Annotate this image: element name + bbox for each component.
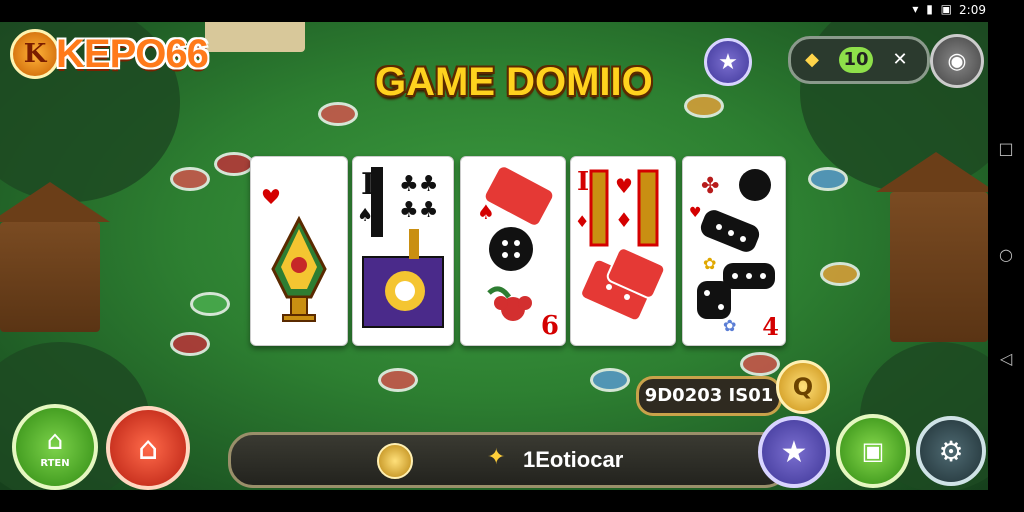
chip bbox=[190, 292, 230, 316]
shop-icon: ⌂ bbox=[137, 429, 159, 467]
game-screen: K KEPO66 GAME DOMIIO ★ ◆ 10 ✕ ◉ I ♣♣ ♣♣ … bbox=[0, 22, 988, 490]
card-corner-label: I bbox=[361, 167, 376, 202]
home-nav-button[interactable]: ○ bbox=[988, 240, 1024, 270]
svg-text:♥: ♥ bbox=[615, 174, 633, 198]
house-icon: ⌂ bbox=[46, 425, 64, 456]
card-bottom-number: 4 bbox=[762, 312, 779, 341]
home-button-label: RTEN bbox=[40, 457, 70, 469]
chip bbox=[170, 167, 210, 191]
coin-icon: Q bbox=[792, 373, 814, 401]
star-icon: ★ bbox=[718, 49, 738, 75]
chip bbox=[214, 152, 254, 176]
svg-text:✿: ✿ bbox=[723, 316, 736, 335]
camera-button[interactable]: ◉ bbox=[930, 34, 984, 88]
chip bbox=[590, 368, 630, 392]
status-time: 2:09 bbox=[959, 3, 986, 17]
shop-button[interactable]: ⌂ bbox=[106, 406, 190, 490]
card-icon: ▣ bbox=[861, 437, 885, 465]
card-bottom-number: 6 bbox=[540, 311, 559, 341]
camera-icon: ◉ bbox=[947, 48, 967, 74]
hut-left-roof bbox=[0, 182, 110, 222]
coin-button[interactable]: Q bbox=[776, 360, 830, 414]
chip bbox=[170, 332, 210, 356]
settings-button[interactable]: ⚙ bbox=[916, 416, 986, 486]
svg-text:✿: ✿ bbox=[703, 254, 716, 273]
game-title: GAME DOMIIO bbox=[375, 60, 653, 104]
chip bbox=[684, 94, 724, 118]
card[interactable]: I ♣♣ ♣♣ ♠ bbox=[352, 156, 454, 346]
sparkle-icon: ✦ bbox=[487, 445, 506, 470]
recent-apps-button[interactable]: □ bbox=[988, 134, 1024, 164]
card[interactable] bbox=[250, 156, 348, 346]
bottom-bar[interactable]: ✦ 1Eotiocar bbox=[228, 432, 790, 488]
svg-text:♠: ♠ bbox=[477, 200, 495, 224]
svg-text:♦: ♦ bbox=[615, 208, 633, 232]
back-button[interactable]: ◁ bbox=[988, 344, 1024, 374]
svg-text:♥: ♥ bbox=[689, 205, 702, 221]
status-bar: ▾ ▮ ▣ 2:09 bbox=[0, 0, 1024, 22]
star-button[interactable]: ★ bbox=[758, 416, 830, 488]
card[interactable]: ♠ 6 bbox=[460, 156, 566, 346]
app-logo: K KEPO66 bbox=[10, 28, 209, 80]
svg-text:♦: ♦ bbox=[575, 212, 589, 231]
hut-right-roof bbox=[876, 152, 988, 192]
logo-text: KEPO66 bbox=[56, 31, 209, 76]
svg-text:♠: ♠ bbox=[357, 205, 373, 226]
gear-icon: ⚙ bbox=[938, 434, 964, 468]
top-sign bbox=[205, 22, 305, 52]
gem-icon: ◆ bbox=[805, 49, 819, 70]
hut-left bbox=[0, 222, 100, 332]
hut-right bbox=[890, 192, 988, 342]
top-status-pill[interactable]: ◆ 10 ✕ bbox=[788, 36, 930, 84]
card-row: I ♣♣ ♣♣ ♠ ♠ 6 I ♥ ♦ ♦ ✤ ♥ ✿ ✿ 4 bbox=[250, 156, 786, 346]
pill-value: 10 bbox=[839, 47, 873, 73]
svg-text:♣♣: ♣♣ bbox=[399, 198, 438, 223]
chip bbox=[740, 352, 780, 376]
card-button[interactable]: ▣ bbox=[836, 414, 910, 488]
bottom-bar-label: 1Eotiocar bbox=[523, 447, 624, 472]
coin-icon bbox=[377, 443, 413, 479]
logo-badge: K bbox=[10, 29, 60, 79]
balance-display: 9D0203 IS01 bbox=[636, 376, 782, 416]
svg-text:✤: ✤ bbox=[701, 174, 719, 199]
svg-text:♣♣: ♣♣ bbox=[399, 172, 438, 197]
status-icons: ▾ ▮ ▣ bbox=[912, 2, 954, 16]
shuffle-icon[interactable]: ✕ bbox=[885, 47, 915, 73]
chip bbox=[808, 167, 848, 191]
card[interactable]: I ♥ ♦ ♦ bbox=[570, 156, 676, 346]
chip bbox=[820, 262, 860, 286]
card-corner-label: I bbox=[577, 167, 590, 197]
star-icon: ★ bbox=[780, 434, 808, 470]
home-button[interactable]: ⌂ RTEN bbox=[12, 404, 98, 490]
android-nav-bar: □ ○ ◁ bbox=[988, 22, 1024, 490]
card-1-art bbox=[262, 189, 327, 322]
favorite-button[interactable]: ★ bbox=[704, 38, 752, 86]
card[interactable]: ✤ ♥ ✿ ✿ 4 bbox=[682, 156, 786, 346]
chip bbox=[318, 102, 358, 126]
bottom-strip bbox=[0, 490, 1024, 512]
chip bbox=[378, 368, 418, 392]
